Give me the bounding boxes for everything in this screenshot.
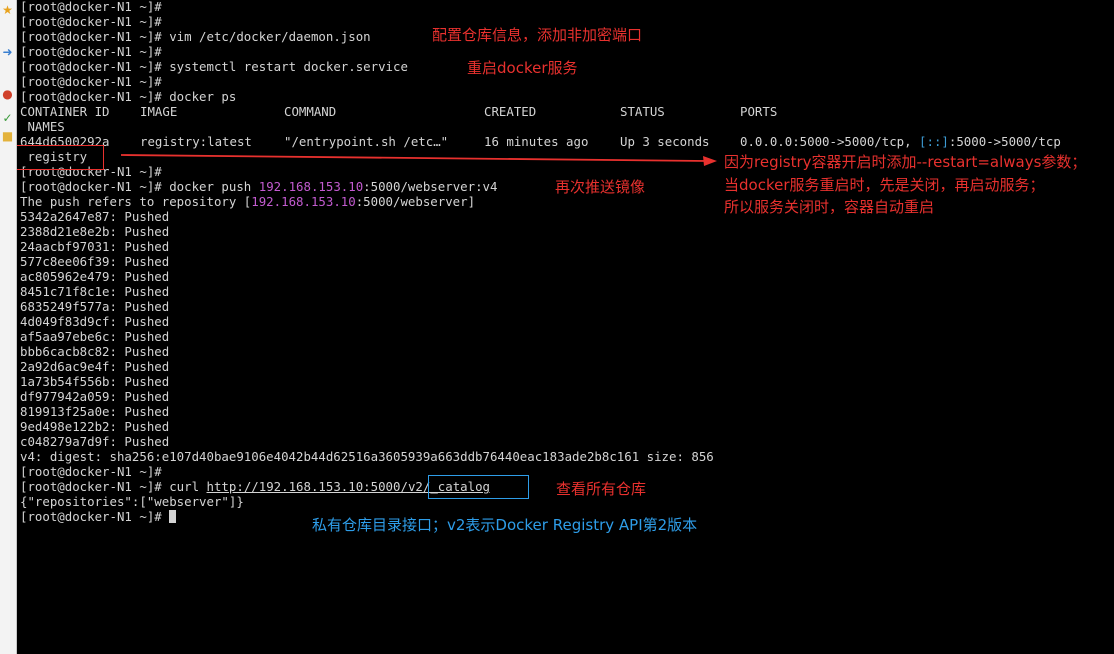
annotation-reason-2: 当docker服务重启时，先是关闭，再启动服务； [724,176,1045,194]
left-toolbar: ★ ➜ ● ✓ ■ [0,0,17,654]
annotation-catalog-api: 私有仓库目录接口；v2表示Docker Registry API第2版本 [312,516,698,534]
check-icon[interactable]: ✓ [1,112,14,125]
terminal-window[interactable]: [root@docker-N1 ~]# [root@docker-N1 ~]# … [17,0,1114,654]
annotation-arrow [120,154,717,166]
annotation-restart: 重启docker服务 [467,59,578,77]
annotation-config: 配置仓库信息，添加非加密端口 [432,26,643,44]
annotation-reason-3: 所以服务关闭时，容器自动重启 [724,198,935,216]
star-icon[interactable]: ★ [1,4,14,17]
folder-icon[interactable]: ■ [1,130,14,143]
annotation-reason-1: 因为registry容器开启时添加--restart=always参数； [724,153,1087,171]
arrow-icon[interactable]: ➜ [1,46,14,59]
annotation-push-again: 再次推送镜像 [555,178,646,196]
annotation-catalog: 查看所有仓库 [556,480,647,498]
circle-icon[interactable]: ● [1,88,14,101]
